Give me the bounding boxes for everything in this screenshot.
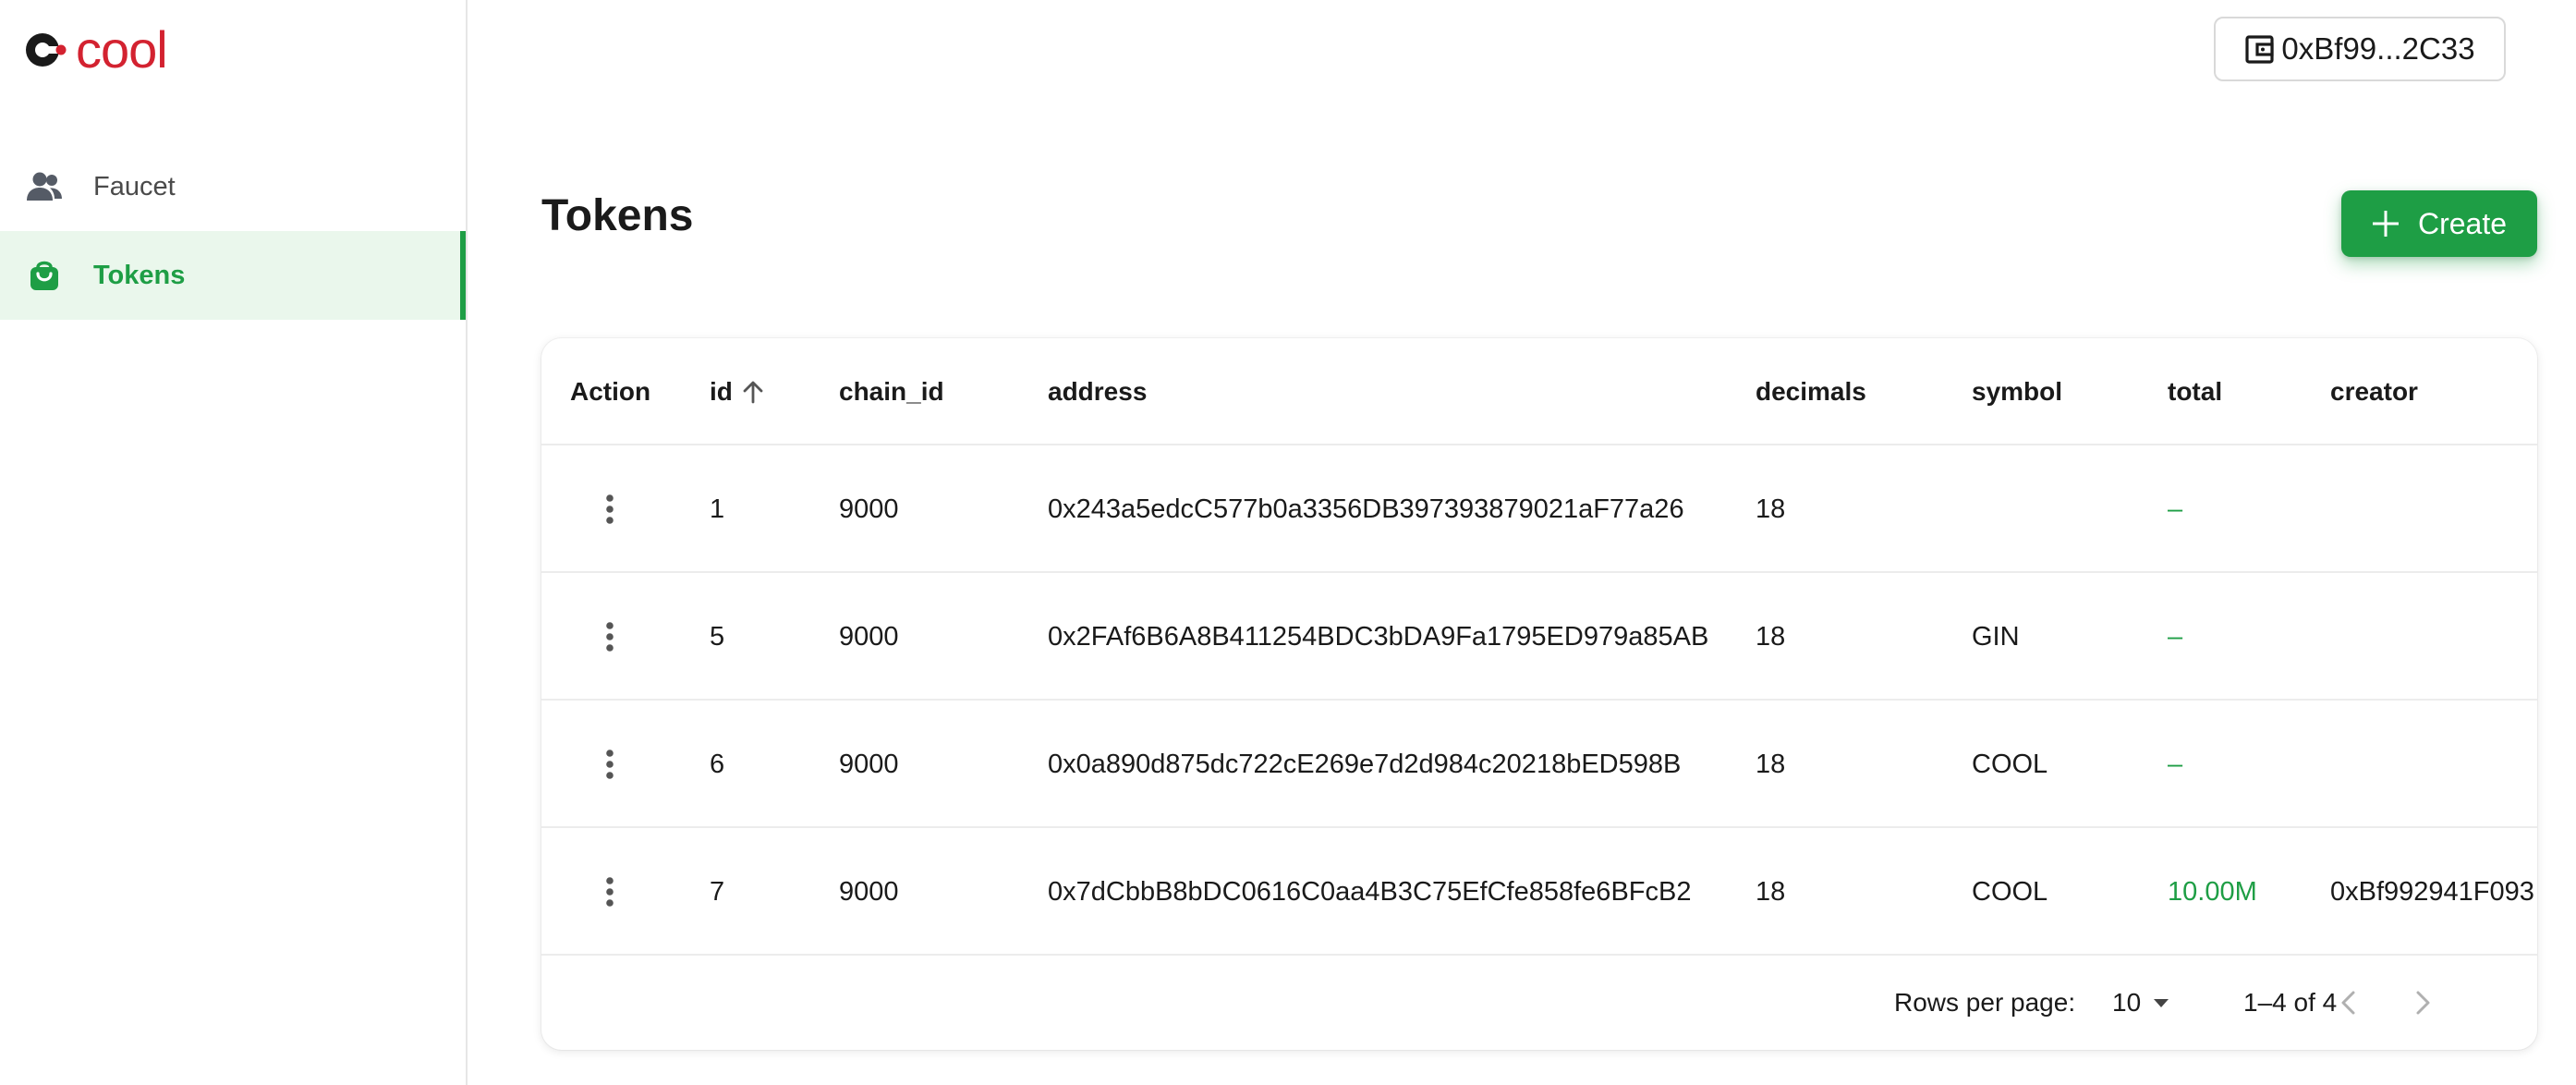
column-header-address[interactable]: address <box>1048 338 1147 445</box>
logo-mark-icon <box>26 33 67 67</box>
sidebar-item-faucet[interactable]: Faucet <box>0 142 466 231</box>
cell-chain-id: 9000 <box>839 876 899 907</box>
sidebar-nav: Faucet Tokens <box>0 142 466 320</box>
wallet-address: 0xBf99...2C33 <box>2281 31 2475 66</box>
app-logo[interactable]: cool <box>22 20 168 79</box>
table-row: 1 9000 0x243a5edcC577b0a3356DB3973938790… <box>541 445 2537 573</box>
rows-per-page-label: Rows per page: <box>1894 988 2076 1017</box>
cell-address: 0x2FAf6B6A8B411254BDC3bDA9Fa1795ED979a85… <box>1048 621 1709 652</box>
chevron-left-icon <box>2341 991 2355 1015</box>
sidebar: cool Faucet Tokens <box>0 0 468 1085</box>
cell-decimals: 18 <box>1756 876 1786 907</box>
wallet-icon <box>2245 35 2275 64</box>
column-header-id[interactable]: id <box>710 338 766 445</box>
cell-address: 0x7dCbbB8bDC0616C0aa4B3C75EfCfe858fe6BFc… <box>1048 876 1692 907</box>
cell-address: 0x243a5edcC577b0a3356DB397393879021aF77a… <box>1048 494 1684 524</box>
sidebar-item-tokens[interactable]: Tokens <box>0 231 466 320</box>
sidebar-item-label: Tokens <box>93 260 186 290</box>
column-header-creator[interactable]: creator <box>2330 338 2418 445</box>
cell-id: 1 <box>710 494 725 524</box>
cell-chain-id: 9000 <box>839 749 899 779</box>
kebab-menu-icon <box>606 877 614 907</box>
cell-total: – <box>2168 494 2183 524</box>
column-header-id-label: id <box>710 377 733 406</box>
row-actions-button[interactable] <box>591 491 628 528</box>
cell-chain-id: 9000 <box>839 494 899 524</box>
rows-per-page-value: 10 <box>2112 988 2142 1017</box>
cell-decimals: 18 <box>1756 621 1786 652</box>
plus-icon <box>2372 211 2399 237</box>
next-page-button[interactable] <box>2404 984 2441 1021</box>
kebab-menu-icon <box>606 750 614 779</box>
table-header: Action id chain_id address decimals symb… <box>541 338 2537 445</box>
column-header-total[interactable]: total <box>2168 338 2222 445</box>
column-header-chain-id[interactable]: chain_id <box>839 338 944 445</box>
table-row: 7 9000 0x7dCbbB8bDC0616C0aa4B3C75EfCfe85… <box>541 828 2537 956</box>
pagination-range: 1–4 of 4 <box>2243 988 2338 1017</box>
app-window: cool Faucet Tokens 0xBf99...2C33 Tokens … <box>0 0 2576 1085</box>
column-header-action: Action <box>570 377 651 406</box>
chevron-right-icon <box>2416 991 2430 1015</box>
cell-decimals: 18 <box>1756 494 1786 524</box>
table-row: 6 9000 0x0a890d875dc722cE269e7d2d984c202… <box>541 701 2537 828</box>
wallet-button[interactable]: 0xBf99...2C33 <box>2214 17 2506 81</box>
cell-total: 10.00M <box>2168 876 2257 907</box>
cell-total: – <box>2168 749 2183 779</box>
cell-address: 0x0a890d875dc722cE269e7d2d984c20218bED59… <box>1048 749 1682 779</box>
previous-page-button[interactable] <box>2330 984 2367 1021</box>
column-header-symbol[interactable]: symbol <box>1972 338 2062 445</box>
cell-chain-id: 9000 <box>839 621 899 652</box>
cell-id: 5 <box>710 621 725 652</box>
table-pagination: Rows per page: 10 1–4 of 4 <box>541 956 2537 1050</box>
cell-symbol: COOL <box>1972 876 2048 907</box>
tokens-table: Action id chain_id address decimals symb… <box>541 338 2537 1050</box>
page-title: Tokens <box>541 191 694 240</box>
cell-symbol: GIN <box>1972 621 2020 652</box>
logo-text: cool <box>76 20 168 79</box>
cell-symbol: COOL <box>1972 749 2048 779</box>
sort-ascending-icon <box>743 381 763 404</box>
users-icon <box>26 170 63 203</box>
caret-down-icon <box>2154 999 2169 1007</box>
row-actions-button[interactable] <box>591 873 628 910</box>
kebab-menu-icon <box>606 622 614 652</box>
shopping-bag-icon <box>26 259 63 292</box>
kebab-menu-icon <box>606 494 614 524</box>
table-row: 5 9000 0x2FAf6B6A8B411254BDC3bDA9Fa1795E… <box>541 573 2537 701</box>
create-button[interactable]: Create <box>2341 190 2537 257</box>
sidebar-item-label: Faucet <box>93 171 176 201</box>
cell-id: 6 <box>710 749 725 779</box>
cell-total: – <box>2168 621 2183 652</box>
column-header-decimals[interactable]: decimals <box>1756 338 1866 445</box>
cell-creator: 0xBf992941F093 <box>2330 876 2534 907</box>
cell-decimals: 18 <box>1756 749 1786 779</box>
rows-per-page-select[interactable]: 10 <box>2112 980 2172 1026</box>
cell-id: 7 <box>710 876 725 907</box>
row-actions-button[interactable] <box>591 618 628 655</box>
create-button-label: Create <box>2417 206 2508 240</box>
row-actions-button[interactable] <box>591 746 628 783</box>
